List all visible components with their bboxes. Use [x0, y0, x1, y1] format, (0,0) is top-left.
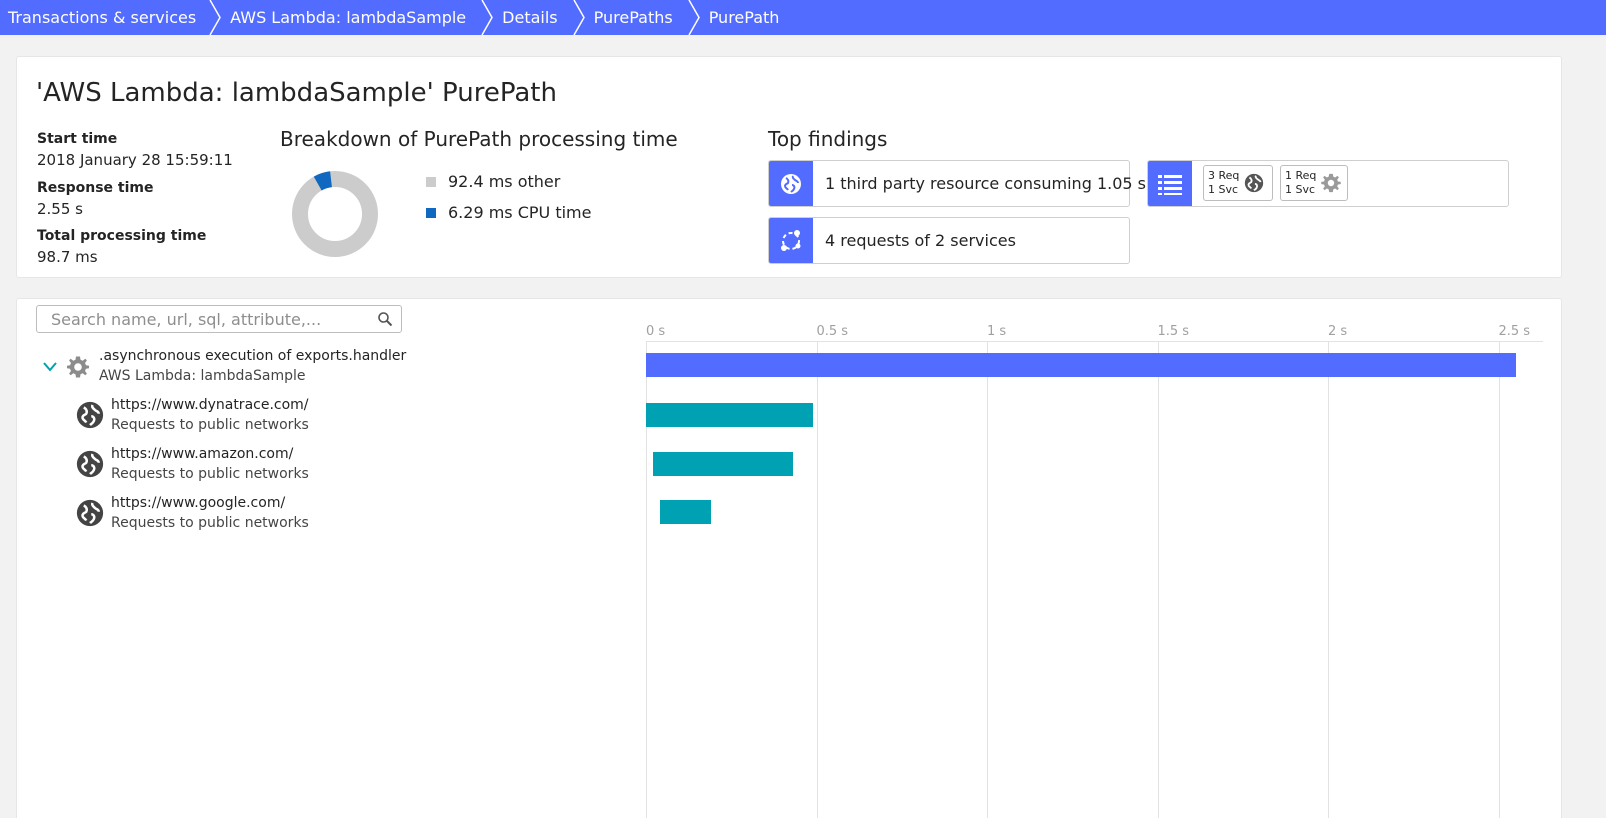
timeline-grid-line — [1498, 341, 1500, 818]
legend-swatch-cpu — [426, 207, 436, 218]
breadcrumb-separator-icon — [687, 0, 709, 35]
breadcrumb-purepath-current[interactable]: PurePath — [709, 0, 794, 35]
search-box — [36, 305, 402, 333]
breadcrumb: Transactions & services AWS Lambda: lamb… — [0, 0, 1606, 35]
donut-other-slice — [292, 171, 378, 257]
breadcrumb-label: AWS Lambda: lambdaSample — [230, 8, 467, 27]
finding-text: 1 third party resource consuming 1.05 s — [825, 174, 1146, 193]
breadcrumb-separator-icon — [208, 0, 230, 35]
finding-third-party[interactable]: 1 third party resource consuming 1.05 s — [768, 160, 1146, 207]
gear-icon — [67, 356, 89, 378]
response-time-label: Response time — [37, 180, 154, 196]
start-time-value: 2018 January 28 15:59:11 — [37, 151, 233, 169]
timeline-bar[interactable] — [652, 452, 793, 476]
row-name[interactable]: https://www.google.com/ — [111, 495, 285, 511]
timeline-grid-line — [816, 341, 818, 818]
timeline-tick-label: 1.5 s — [1157, 324, 1190, 339]
summary-req-count: 3 Req — [1208, 169, 1240, 182]
breakdown-title: Breakdown of PurePath processing time — [280, 127, 678, 151]
summary-box-service[interactable]: 1 Req 1 Svc — [1280, 165, 1348, 201]
breadcrumb-separator-icon — [480, 0, 502, 35]
row-name[interactable]: https://www.amazon.com/ — [111, 446, 293, 462]
summary-box-external[interactable]: 3 Req 1 Svc — [1203, 165, 1273, 201]
globe-icon — [76, 450, 104, 478]
breadcrumb-label: Transactions & services — [8, 8, 197, 27]
row-subtitle: AWS Lambda: lambdaSample — [99, 368, 306, 384]
timeline-tick-label: 1 s — [987, 324, 1007, 339]
start-time-label: Start time — [37, 131, 118, 147]
total-processing-label: Total processing time — [37, 228, 207, 244]
row-name[interactable]: https://www.dynatrace.com/ — [111, 397, 309, 413]
globe-icon — [76, 401, 104, 429]
breadcrumb-label: PurePaths — [593, 8, 673, 27]
gear-icon — [1321, 173, 1342, 193]
timeline-grid-line — [987, 341, 988, 818]
timeline-grid-line — [1157, 341, 1159, 818]
breadcrumb-aws-lambda[interactable]: AWS Lambda: lambdaSample — [230, 0, 480, 35]
timeline-tick-label: 2 s — [1328, 324, 1348, 339]
chevron-down-icon[interactable] — [43, 362, 57, 372]
timeline-bar[interactable] — [659, 500, 711, 524]
legend-cpu: 6.29 ms CPU time — [426, 203, 591, 222]
search-input[interactable] — [37, 306, 367, 332]
timeline-axis — [646, 341, 1543, 342]
legend-label: 92.4 ms other — [448, 172, 561, 191]
summary-req-count: 1 Req — [1285, 169, 1317, 182]
page-title: 'AWS Lambda: lambdaSample' PurePath — [36, 78, 557, 108]
globe-icon — [1245, 173, 1264, 193]
timeline-tick-label: 0.5 s — [816, 324, 849, 339]
summary-svc-count: 1 Svc — [1208, 183, 1239, 196]
summary-svc-count: 1 Svc — [1285, 183, 1316, 196]
breadcrumb-purepaths[interactable]: PurePaths — [594, 0, 687, 35]
timeline-bar[interactable] — [646, 403, 814, 427]
row-subtitle: Requests to public networks — [111, 417, 309, 433]
breadcrumb-transactions-services[interactable]: Transactions & services — [0, 0, 208, 35]
breadcrumb-separator-icon — [572, 0, 594, 35]
response-time-value: 2.55 s — [37, 200, 83, 218]
timeline-grid-line — [1328, 341, 1329, 818]
timeline-bar[interactable] — [646, 353, 1516, 377]
breadcrumb-label: Details — [502, 8, 558, 27]
search-icon[interactable] — [377, 311, 393, 327]
top-findings-title: Top findings — [768, 127, 888, 151]
services-icon — [769, 218, 813, 263]
list-icon — [1148, 161, 1192, 206]
globe-icon — [769, 161, 813, 206]
row-name[interactable]: .asynchronous execution of exports.handl… — [99, 348, 406, 364]
breadcrumb-details[interactable]: Details — [502, 0, 571, 35]
row-subtitle: Requests to public networks — [111, 466, 309, 482]
finding-text: 4 requests of 2 services — [825, 231, 1016, 250]
timeline-tick-label: 2.5 s — [1498, 324, 1531, 339]
timeline-tick-label: 0 s — [646, 324, 666, 339]
legend-label: 6.29 ms CPU time — [448, 203, 592, 222]
row-subtitle: Requests to public networks — [111, 515, 309, 531]
breadcrumb-label: PurePath — [708, 8, 780, 27]
legend-swatch-other — [426, 176, 436, 187]
legend-other: 92.4 ms other — [426, 172, 560, 191]
breakdown-donut-chart[interactable] — [290, 169, 380, 259]
finding-requests[interactable]: 4 requests of 2 services — [768, 217, 1130, 264]
globe-icon — [76, 499, 104, 527]
total-processing-value: 98.7 ms — [37, 248, 98, 266]
